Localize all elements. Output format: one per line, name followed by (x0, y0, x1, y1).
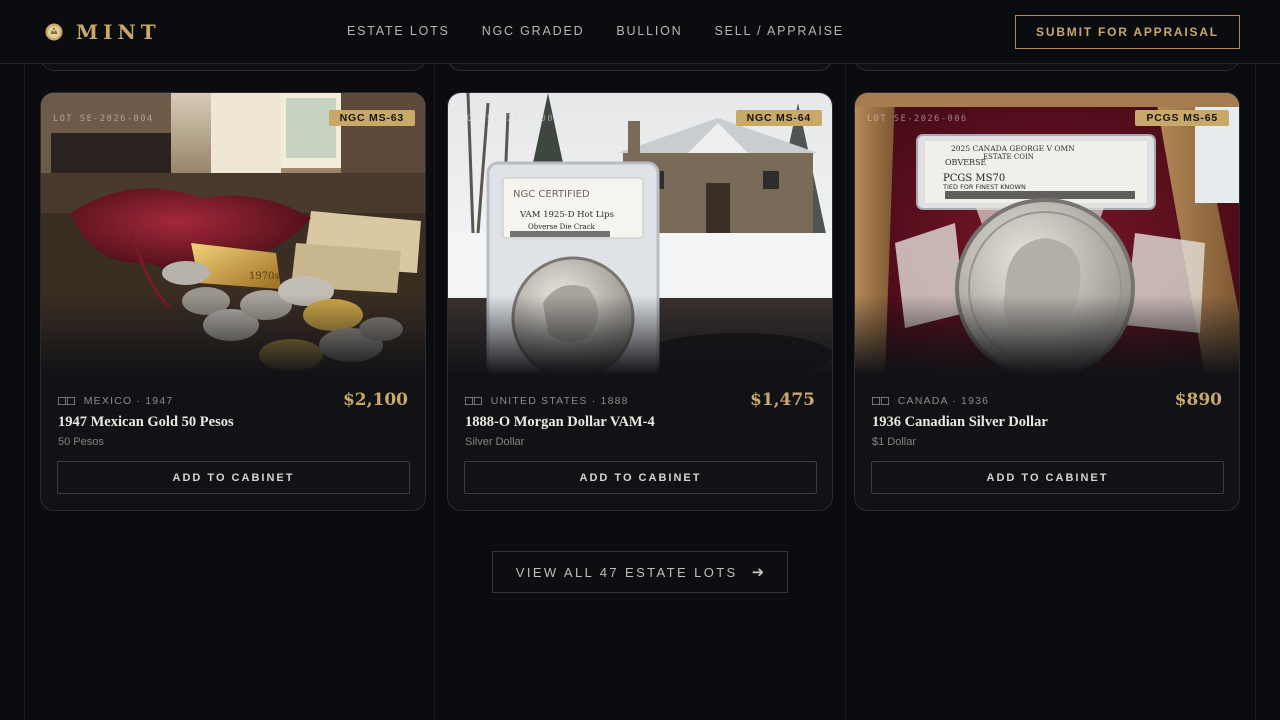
lot-card[interactable]: NGC CERTIFIED VAM 1925-D Hot Lips Obvers… (447, 92, 833, 511)
nav-estate-lots[interactable]: ESTATE LOTS (347, 24, 450, 38)
svg-text:2025 CANADA GEORGE V OMN: 2025 CANADA GEORGE V OMN (951, 144, 1075, 153)
brand-logo[interactable]: MINT (44, 20, 161, 44)
lot-title[interactable]: 1947 Mexican Gold 50 Pesos (58, 414, 234, 431)
add-to-cabinet-button[interactable]: ADD TO CABINET (871, 461, 1224, 494)
svg-text:NGC CERTIFIED: NGC CERTIFIED (513, 189, 590, 200)
svg-text:1970s: 1970s (249, 271, 280, 282)
grade-badge: NGC MS-63 (328, 110, 415, 126)
country-flag-icon: □□ (58, 393, 76, 408)
lot-title[interactable]: 1888-O Morgan Dollar VAM-4 (465, 414, 655, 431)
lot-denomination: 50 Pesos (58, 436, 104, 448)
lot-card[interactable]: 2025 CANADA GEORGE V OMN ESTATE COIN OBV… (854, 92, 1240, 511)
view-all-label: VIEW ALL 47 ESTATE LOTS (515, 564, 738, 580)
lot-price: $1,475 (749, 390, 815, 410)
lot-origin: MEXICO · 1947 (83, 394, 174, 407)
lot-photo[interactable]: 2025 CANADA GEORGE V OMN ESTATE COIN OBV… (855, 93, 1239, 375)
add-to-cabinet-button[interactable]: ADD TO CABINET (57, 461, 410, 494)
svg-text:OBVERSE: OBVERSE (945, 158, 987, 167)
lot-price: $2,100 (342, 390, 408, 410)
grade-badge: PCGS MS-65 (1135, 110, 1229, 126)
lot-price: $890 (1174, 390, 1222, 410)
brand-name: MINT (76, 20, 161, 44)
country-flag-icon: □□ (872, 393, 890, 408)
lot-origin: UNITED STATES · 1888 (490, 394, 629, 407)
lot-denomination: Silver Dollar (465, 436, 525, 448)
coin-crest-icon (45, 23, 63, 41)
country-flag-icon: □□ (465, 393, 483, 408)
submit-appraisal-button[interactable]: SUBMIT FOR APPRAISAL (1015, 15, 1240, 49)
svg-text:TIED FOR FINEST KNOWN: TIED FOR FINEST KNOWN (942, 183, 1026, 191)
nav-bullion[interactable]: BULLION (616, 24, 682, 38)
svg-text:ESTATE COIN: ESTATE COIN (983, 153, 1034, 161)
lot-photo[interactable]: NGC CERTIFIED VAM 1925-D Hot Lips Obvers… (448, 93, 832, 375)
svg-text:Obverse Die Crack: Obverse Die Crack (528, 223, 596, 231)
view-all-lots-button[interactable]: VIEW ALL 47 ESTATE LOTS ➜ (492, 551, 788, 593)
lot-number: LOT SE-2026-005 (460, 114, 561, 124)
lot-card[interactable]: 1970s LOT SE-2026-004 NGC MS-63 □□ MEXIC… (40, 92, 426, 511)
lot-title[interactable]: 1936 Canadian Silver Dollar (872, 414, 1048, 431)
lot-denomination: $1 Dollar (872, 436, 917, 448)
arrow-right-icon: ➜ (751, 564, 765, 581)
site-header: MINT ESTATE LOTS NGC GRADED BULLION SELL… (0, 0, 1280, 64)
lot-photo[interactable]: 1970s LOT SE-2026-004 NGC MS-63 (41, 93, 425, 375)
lot-number: LOT SE-2026-006 (867, 114, 968, 124)
svg-text:VAM 1925-D Hot Lips: VAM 1925-D Hot Lips (519, 210, 614, 220)
nav-ngc-graded[interactable]: NGC GRADED (482, 24, 585, 38)
nav-sell-appraise[interactable]: SELL / APPRAISE (715, 24, 844, 38)
grade-badge: NGC MS-64 (735, 110, 822, 126)
lot-meta: □□ CANADA · 1936 (872, 393, 989, 408)
lot-number: LOT SE-2026-004 (53, 114, 154, 124)
add-to-cabinet-button[interactable]: ADD TO CABINET (464, 461, 817, 494)
main-nav: ESTATE LOTS NGC GRADED BULLION SELL / AP… (347, 24, 876, 38)
lot-meta: □□ UNITED STATES · 1888 (465, 393, 629, 408)
lot-origin: CANADA · 1936 (897, 394, 990, 407)
lot-meta: □□ MEXICO · 1947 (58, 393, 173, 408)
